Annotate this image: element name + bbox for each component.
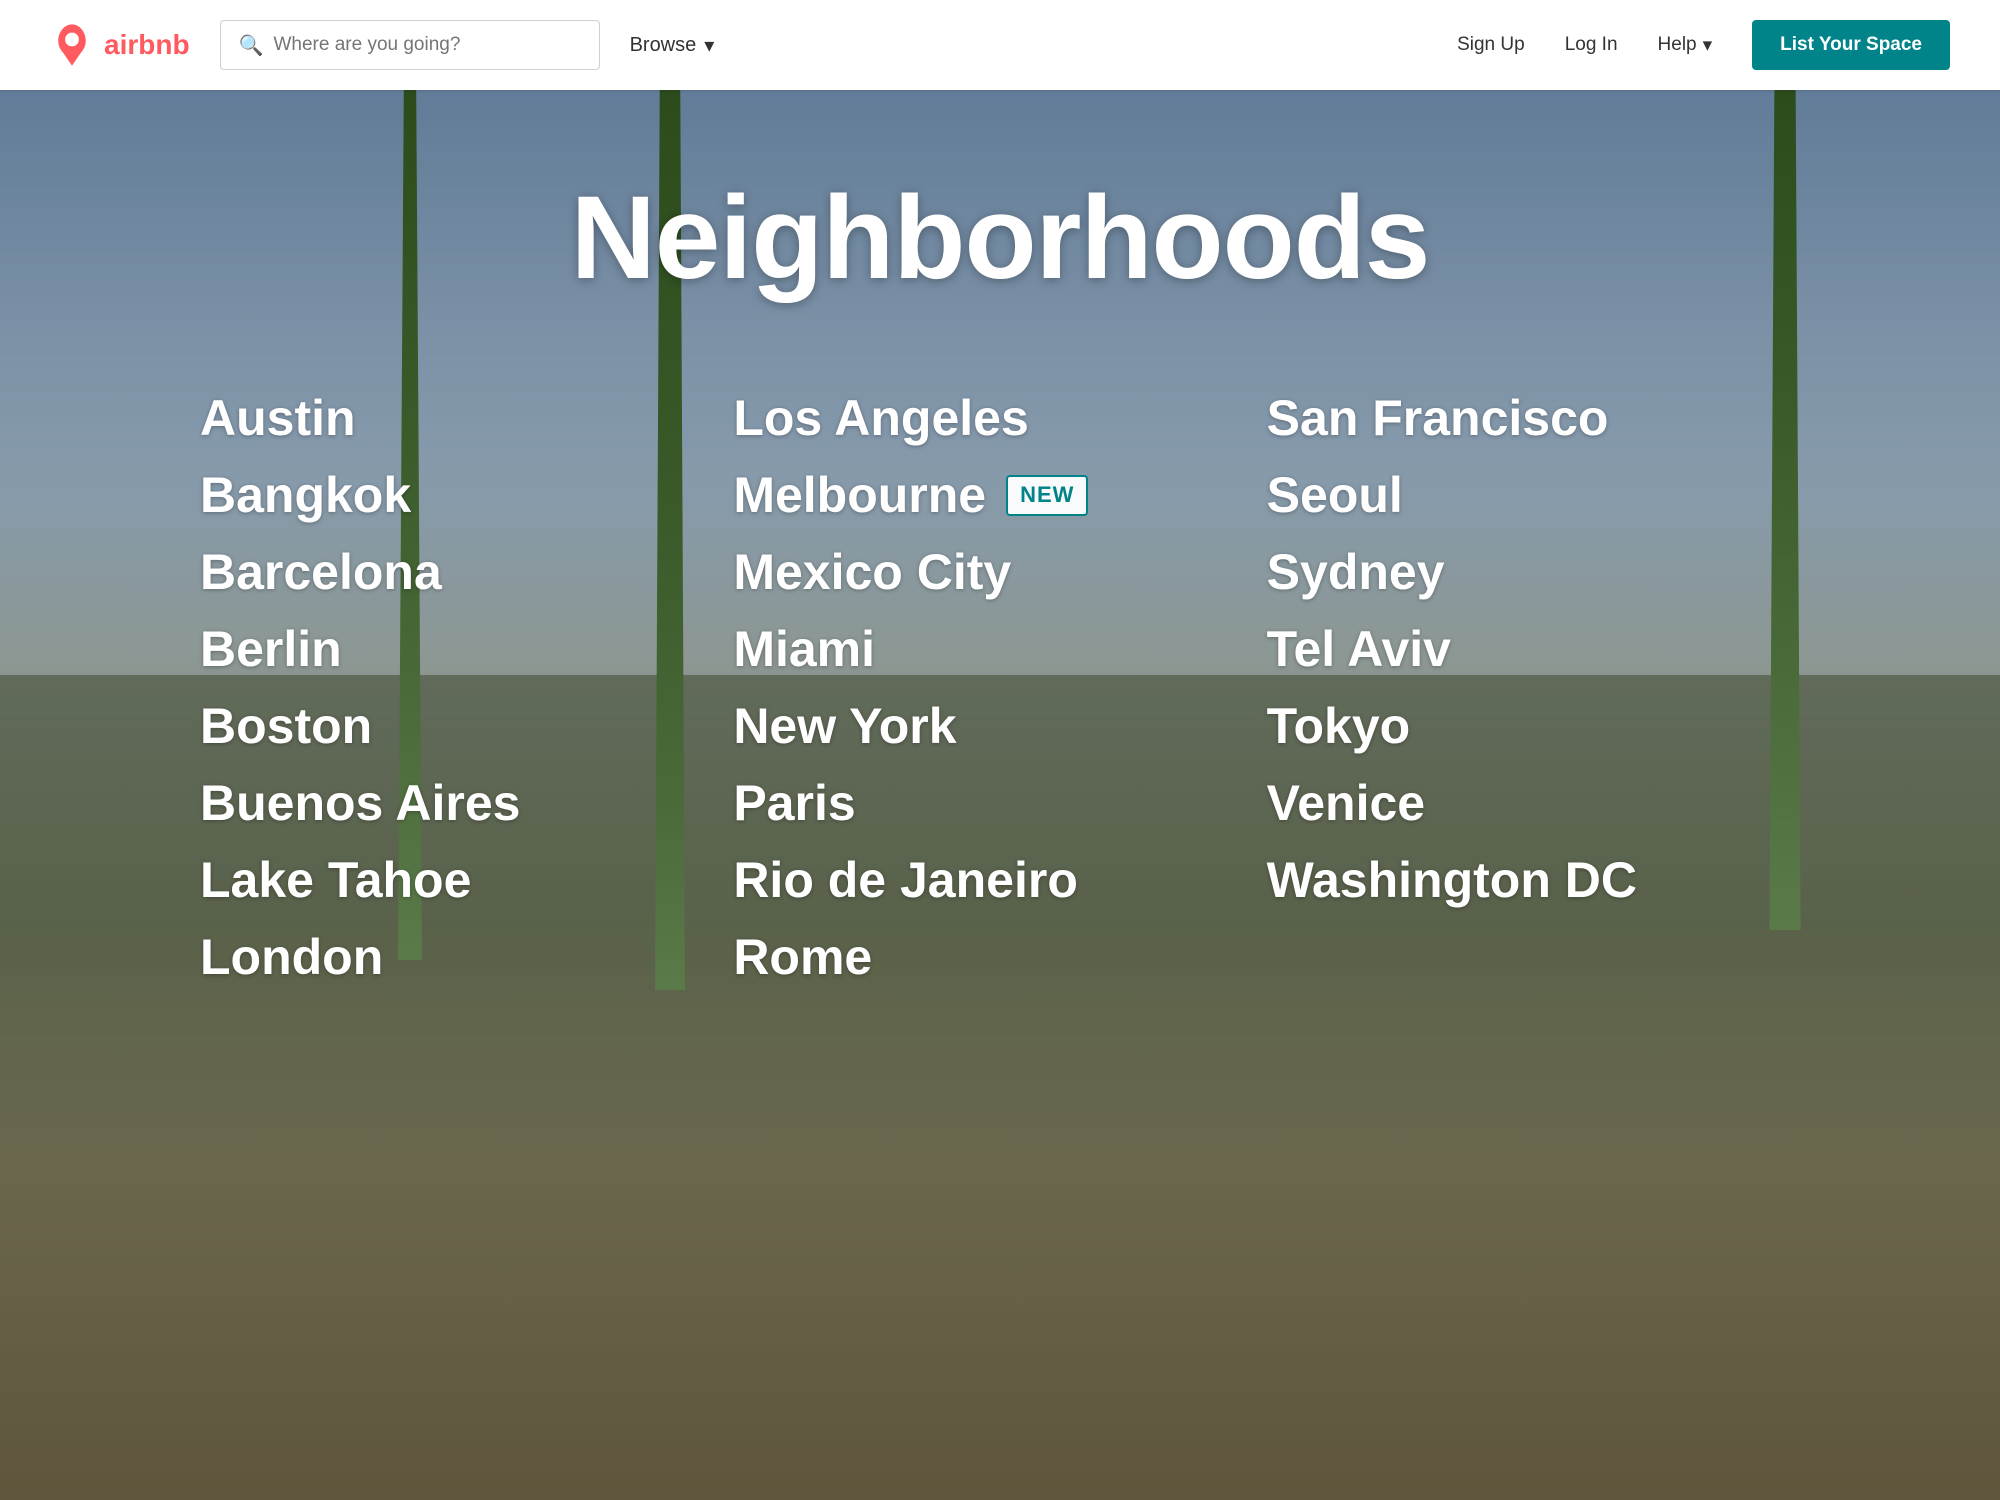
city-link[interactable]: MelbourneNEW (733, 463, 1266, 528)
city-column-1: Austin Bangkok Barcelona Berlin Boston Buenos… (200, 386, 733, 990)
navbar: airbnb 🔍 Browse ▾ Sign Up Log In Help ▾ … (0, 0, 2000, 90)
city-link[interactable]: Lake Tahoe (200, 848, 733, 913)
city-link[interactable]: Bangkok (200, 463, 733, 528)
browse-chevron-icon: ▾ (704, 33, 714, 58)
city-column-2: Los Angeles MelbourneNEW Mexico City Miami N… (733, 386, 1266, 990)
search-icon: 🔍 (239, 33, 264, 58)
city-link[interactable]: Mexico City (733, 540, 1266, 605)
main-content: Neighborhoods Austin Bangkok Barcelona Berl… (0, 90, 2000, 1050)
cities-grid: Austin Bangkok Barcelona Berlin Boston Buenos… (200, 386, 1800, 990)
city-link[interactable]: Washington DC (1267, 848, 1800, 913)
help-button[interactable]: Help ▾ (1658, 34, 1713, 57)
city-link[interactable]: Seoul (1267, 463, 1800, 528)
new-badge: NEW (1006, 475, 1088, 516)
city-link[interactable]: San Francisco (1267, 386, 1800, 451)
city-link[interactable]: Los Angeles (733, 386, 1266, 451)
browse-button[interactable]: Browse ▾ (630, 33, 715, 58)
city-link[interactable]: New York (733, 694, 1266, 759)
signup-link[interactable]: Sign Up (1457, 34, 1525, 56)
list-space-button[interactable]: List Your Space (1752, 20, 1950, 70)
city-link[interactable]: Rome (733, 925, 1266, 990)
city-link[interactable]: Paris (733, 771, 1266, 836)
airbnb-logo-icon (50, 23, 94, 67)
city-link[interactable]: Miami (733, 617, 1266, 682)
city-column-3: San Francisco Seoul Sydney Tel Aviv Tokyo Ven… (1267, 386, 1800, 990)
login-link[interactable]: Log In (1565, 34, 1618, 56)
city-link[interactable]: Austin (200, 386, 733, 451)
search-input[interactable] (273, 34, 580, 56)
logo-text: airbnb (104, 29, 190, 61)
city-link[interactable]: Barcelona (200, 540, 733, 605)
city-link[interactable]: Buenos Aires (200, 771, 733, 836)
browse-label: Browse (630, 34, 697, 57)
page-title: Neighborhoods (150, 170, 1850, 306)
city-link[interactable]: Tel Aviv (1267, 617, 1800, 682)
city-link[interactable]: Venice (1267, 771, 1800, 836)
city-link[interactable]: Boston (200, 694, 733, 759)
help-label: Help (1658, 34, 1697, 56)
city-link[interactable]: Berlin (200, 617, 733, 682)
search-bar[interactable]: 🔍 (220, 20, 600, 70)
logo[interactable]: airbnb (50, 23, 190, 67)
nav-right: Sign Up Log In Help ▾ List Your Space (1457, 20, 1950, 70)
city-link[interactable]: Sydney (1267, 540, 1800, 605)
city-link[interactable]: London (200, 925, 733, 990)
city-link[interactable]: Rio de Janeiro (733, 848, 1266, 913)
help-chevron-icon: ▾ (1703, 34, 1713, 57)
city-link[interactable]: Tokyo (1267, 694, 1800, 759)
